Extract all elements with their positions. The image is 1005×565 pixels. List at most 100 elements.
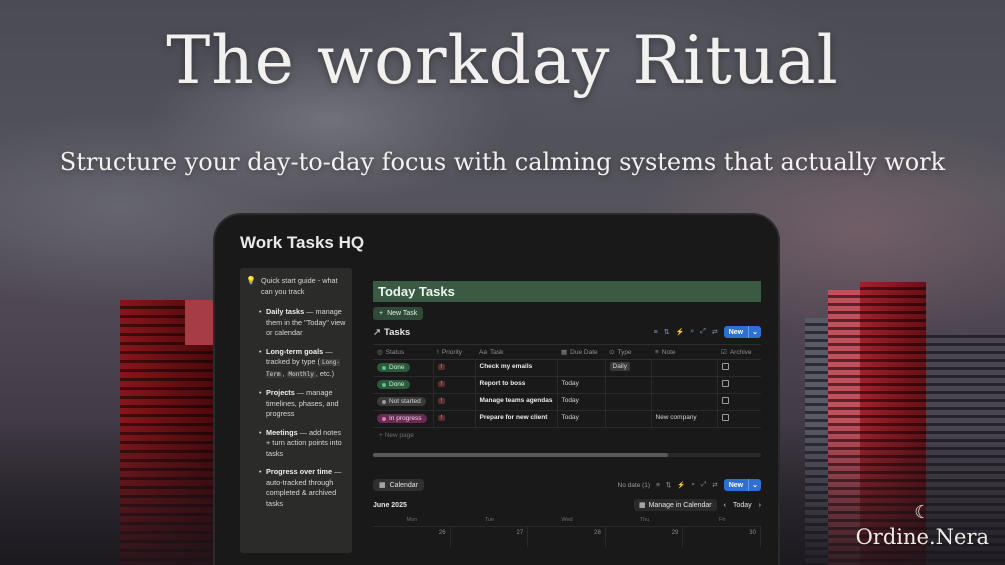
column-label: Note (661, 348, 676, 356)
filter-icon[interactable]: ≡ (656, 482, 660, 489)
new-task-button[interactable]: + New Task (373, 307, 424, 320)
status-cell[interactable]: Not started (373, 393, 434, 411)
plus-icon: + (379, 310, 384, 317)
guide-item: Projects — manage timelines, phases, and… (259, 388, 346, 420)
column-header-due-date[interactable]: ▦ Due Date (557, 344, 605, 360)
manage-in-calendar-button[interactable]: ▦ Manage in Calendar (633, 499, 717, 511)
column-header-note[interactable]: ≡ Note (651, 344, 717, 360)
type-cell[interactable] (605, 376, 652, 394)
due-date-cell[interactable]: Today (557, 393, 606, 411)
note-cell[interactable]: New company (651, 410, 718, 428)
scrollbar-thumb[interactable] (373, 453, 668, 457)
guide-item-title: Progress over time (266, 467, 333, 476)
archive-cell[interactable] (717, 359, 761, 377)
due-date-cell[interactable]: Today (557, 410, 606, 428)
type-cell[interactable] (605, 393, 652, 411)
archive-cell[interactable] (717, 376, 761, 394)
guide-item-title: Meetings (266, 427, 298, 437)
type-cell[interactable] (605, 410, 652, 428)
today-button[interactable]: Today (733, 502, 752, 509)
chevron-down-icon[interactable]: ⌄ (748, 479, 761, 491)
type-cell[interactable]: Daily (605, 359, 652, 377)
archive-checkbox[interactable] (721, 380, 729, 387)
calendar-day[interactable]: 26 (373, 527, 451, 547)
status-badge: In progress (377, 414, 427, 423)
column-header-task[interactable]: Aa Task (475, 344, 557, 360)
priority-cell[interactable]: ! (433, 359, 476, 377)
due-date-cell[interactable] (557, 359, 606, 377)
tasks-table: ◎ Status ! Priority Aa Task ▦ Due Date ⊙ Type… (373, 344, 761, 428)
status-cell[interactable]: In progress (373, 410, 434, 428)
column-header-archive[interactable]: ☑ Archive (717, 344, 761, 360)
text-icon: Aa (479, 348, 487, 356)
archive-cell[interactable] (717, 393, 761, 411)
weekday-label: Fri (718, 517, 726, 523)
calendar-header: ▦ Calendar No date (1) ≡ ⇅ ⚡ ⌕ ⤢ ⇄ New ⌄ (373, 479, 761, 491)
sort-icon[interactable]: ⇅ (666, 481, 671, 489)
horizontal-scrollbar[interactable] (373, 453, 761, 457)
chevron-left-icon[interactable]: ‹ (724, 502, 726, 509)
sort-icon[interactable]: ⇅ (664, 328, 670, 336)
guide-list: Daily tasks — manage them in the "Today"… (246, 307, 346, 509)
brand-name: Ordine.Nera (855, 525, 989, 549)
table-row[interactable]: Not started ! Manage teams agendas Today (373, 393, 761, 411)
column-header-type[interactable]: ⊙ Type (605, 344, 651, 360)
calendar-day[interactable]: 27 (451, 527, 529, 547)
archive-checkbox[interactable] (721, 397, 729, 404)
chevron-right-icon[interactable]: › (759, 502, 761, 509)
settings-icon[interactable]: ⇄ (712, 481, 717, 489)
arrow-up-right-icon: ↗ (373, 326, 381, 338)
priority-cell[interactable]: ! (433, 393, 476, 411)
weekday-label: Thu (639, 517, 650, 523)
guide-item-text: , etc.) (315, 368, 335, 378)
new-page-button[interactable]: + New page (373, 428, 761, 443)
priority-cell[interactable]: ! (433, 376, 476, 394)
guide-item-title: Long-term goals (266, 346, 324, 356)
lightning-icon[interactable]: ⚡ (676, 328, 685, 336)
task-cell[interactable]: Check my emails (475, 359, 558, 377)
database-title-label: Tasks (383, 326, 411, 338)
expand-icon[interactable]: ⤢ (701, 481, 706, 489)
archive-cell[interactable] (717, 410, 761, 428)
calendar-day[interactable]: 28 (528, 527, 606, 547)
chevron-down-icon[interactable]: ⌄ (748, 326, 761, 338)
note-cell[interactable] (651, 376, 718, 394)
calendar-tab[interactable]: ▦ Calendar (373, 479, 425, 491)
task-cell[interactable]: Manage teams agendas (475, 393, 558, 411)
status-cell[interactable]: Done (373, 359, 434, 377)
calendar-month: June 2025 (373, 501, 407, 509)
calendar-icon: ▦ (379, 482, 386, 489)
no-date-filter[interactable]: No date (1) (618, 482, 651, 489)
priority-badge: ! (437, 398, 446, 404)
new-task-label: New Task (387, 310, 418, 317)
note-cell[interactable] (651, 393, 718, 411)
archive-checkbox[interactable] (721, 414, 729, 421)
lightning-icon[interactable]: ⚡ (677, 481, 685, 489)
expand-icon[interactable]: ⤢ (700, 328, 706, 336)
table-row[interactable]: Done ! Report to boss Today (373, 376, 761, 394)
database-title[interactable]: ↗ Tasks (373, 327, 410, 338)
search-icon[interactable]: ⌕ (691, 481, 695, 489)
column-header-status[interactable]: ◎ Status (373, 344, 433, 360)
task-cell[interactable]: Report to boss (475, 376, 558, 394)
priority-cell[interactable]: ! (433, 410, 476, 428)
table-row[interactable]: In progress ! Prepare for new client Tod… (373, 410, 761, 428)
calendar-new-button[interactable]: New ⌄ (723, 479, 761, 491)
task-cell[interactable]: Prepare for new client (475, 410, 558, 428)
column-header-priority[interactable]: ! Priority (433, 344, 475, 360)
status-cell[interactable]: Done (373, 376, 434, 394)
new-record-button[interactable]: New ⌄ (723, 326, 761, 338)
calendar-day[interactable]: 29 (606, 527, 684, 547)
note-cell[interactable] (651, 359, 718, 377)
calendar-tab-label: Calendar (389, 481, 419, 489)
archive-checkbox[interactable] (721, 363, 729, 370)
guide-item: Long-term goals — tracked by type (Long-… (259, 346, 346, 381)
calendar-day[interactable]: 30 (683, 527, 761, 547)
filter-icon[interactable]: ≡ (654, 329, 658, 336)
table-row[interactable]: Done ! Check my emails Daily (373, 359, 761, 377)
due-date-cell[interactable]: Today (557, 376, 606, 394)
status-label: Done (389, 381, 405, 388)
search-icon[interactable]: ⌕ (690, 328, 694, 336)
settings-icon[interactable]: ⇄ (712, 328, 718, 336)
table-header-row: ◎ Status ! Priority Aa Task ▦ Due Date ⊙ Type… (373, 344, 761, 360)
